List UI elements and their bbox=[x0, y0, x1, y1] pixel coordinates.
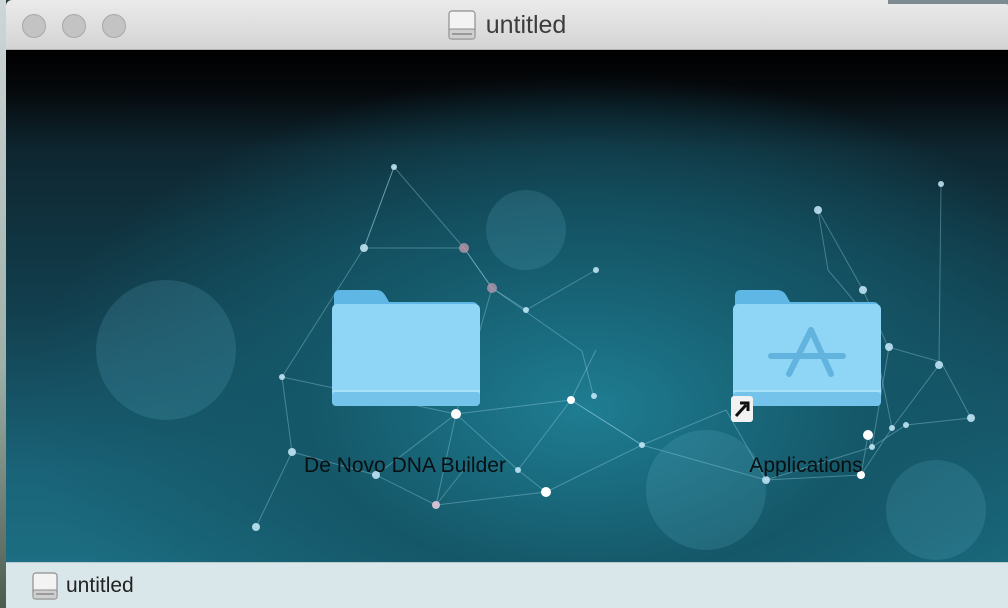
path-bar-label[interactable]: untitled bbox=[66, 574, 134, 598]
desktop-item-de-novo-dna-builder[interactable]: De Novo DNA Builder bbox=[285, 286, 525, 486]
drive-icon bbox=[32, 571, 58, 600]
desktop-item-label: Applications bbox=[749, 454, 863, 477]
path-bar: untitled bbox=[6, 562, 1008, 608]
title-bar[interactable]: untitled bbox=[6, 0, 1008, 50]
window-title-wrap: untitled bbox=[6, 0, 1008, 50]
background-strip-top bbox=[888, 0, 1008, 4]
applications-folder-icon bbox=[733, 290, 881, 406]
window-title: untitled bbox=[485, 10, 567, 39]
drive-icon bbox=[448, 10, 476, 40]
alias-arrow-icon bbox=[731, 396, 753, 422]
window-content: De Novo DNA Builder Applications bbox=[6, 50, 1008, 562]
finder-window: untitled De Novo DNA Builder Application… bbox=[6, 0, 1008, 608]
desktop-item-label: De Novo DNA Builder bbox=[304, 454, 506, 477]
desktop-item-applications[interactable]: Applications bbox=[686, 286, 926, 486]
folder-icon bbox=[332, 290, 480, 406]
